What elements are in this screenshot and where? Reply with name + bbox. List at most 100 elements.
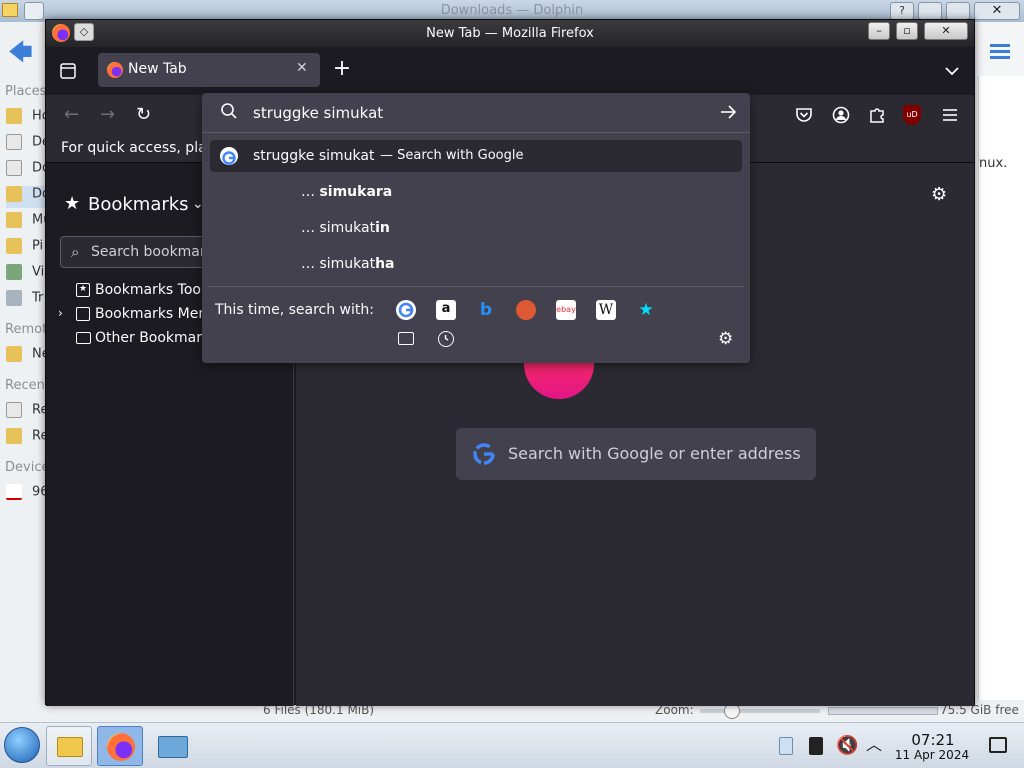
places-item[interactable]: De <box>6 134 48 156</box>
preview-text: nux. <box>979 156 1008 171</box>
back-arrow-icon[interactable]: 🡄 <box>8 40 38 64</box>
places-item[interactable]: Vi <box>6 264 48 286</box>
google-engine-icon[interactable] <box>396 300 416 320</box>
monitor-icon <box>158 736 188 758</box>
minimize-button[interactable]: – <box>868 22 890 40</box>
bookmark-folder-label: Bookmarks Tooll <box>95 282 209 298</box>
recent-section-label: Recent <box>5 378 50 393</box>
taskbar: 🔇 ︿ 07:21 11 Apr 2024 <box>0 722 1024 768</box>
list-all-tabs-chevron-icon[interactable] <box>942 61 962 81</box>
amazon-engine-icon[interactable]: a <box>436 300 456 320</box>
pocket-icon[interactable] <box>794 105 814 125</box>
suggestion-typed: simukat <box>319 256 376 272</box>
places-item[interactable]: Pi <box>6 238 48 260</box>
urlbar-result-search[interactable]: struggke simukat — Search with Google <box>210 140 742 172</box>
go-arrow-icon[interactable] <box>718 102 738 122</box>
duckduckgo-engine-icon[interactable] <box>516 300 536 320</box>
zoom-slider[interactable] <box>700 703 820 719</box>
folder-icon <box>76 332 91 344</box>
account-icon[interactable] <box>831 105 851 125</box>
sidebar-title[interactable]: Bookmarks <box>88 194 189 215</box>
suggestion-completion: ha <box>375 256 395 272</box>
close-button[interactable]: ✕ <box>924 22 968 40</box>
ublock-origin-icon[interactable]: uD <box>903 105 921 125</box>
show-desktop-icon[interactable] <box>989 737 1007 753</box>
suggestion-prefix: … <box>301 184 320 200</box>
back-arrow-icon[interactable]: ← <box>64 105 84 125</box>
remote-item[interactable]: Ne <box>6 346 48 368</box>
urlbar-result-action: — Search with Google <box>380 148 524 163</box>
places-item[interactable]: Mu <box>6 212 48 234</box>
clock-date[interactable]: 11 Apr 2024 <box>892 748 972 762</box>
urlbar-result-suggestion[interactable]: … simukatin <box>210 212 742 244</box>
recent-item[interactable]: Re <box>6 428 48 450</box>
volume-muted-icon[interactable]: 🔇 <box>836 735 858 757</box>
urlbar-result-title: struggke simukat <box>253 148 375 164</box>
help-button[interactable]: ? <box>890 2 914 20</box>
search-icon: ⌕ <box>71 243 80 261</box>
tab-title: New Tab <box>128 61 187 77</box>
bookmarks-search-placeholder: Search bookmar <box>91 244 206 260</box>
toolbar-folder-icon: ★ <box>76 283 90 297</box>
urlbar-result-suggestion[interactable]: … simukara <box>210 176 742 208</box>
free-space-bar <box>828 707 938 715</box>
hamburger-menu-icon[interactable] <box>990 44 1010 60</box>
hamburger-menu-icon[interactable] <box>940 105 960 125</box>
minimize-button[interactable] <box>918 2 942 20</box>
urlbar-input[interactable]: struggke simukat <box>253 104 383 122</box>
ebay-engine-icon[interactable]: ebay <box>556 300 576 320</box>
divider <box>208 286 744 287</box>
places-item[interactable]: Tr <box>6 290 48 312</box>
newtab-settings-gear-icon[interactable]: ⚙ <box>931 185 951 205</box>
search-settings-gear-icon[interactable]: ⚙ <box>718 329 738 349</box>
suggestion-completion: simuka <box>319 184 376 200</box>
taskbar-firefox-button[interactable] <box>97 726 143 766</box>
maximize-button[interactable] <box>946 2 970 20</box>
notes-tray-icon[interactable] <box>809 737 823 755</box>
places-section-label: Places <box>5 84 47 99</box>
device-item[interactable]: 96 <box>6 484 48 506</box>
extensions-puzzle-icon[interactable] <box>867 105 887 125</box>
history-clock-icon[interactable] <box>438 331 454 347</box>
wikipedia-engine-icon[interactable]: W <box>596 300 616 320</box>
newtab-search-box[interactable]: Search with Google or enter address <box>456 428 816 480</box>
taskbar-system-settings-button[interactable] <box>150 726 196 766</box>
google-icon <box>220 147 238 165</box>
tab-strip: New Tab ✕ + <box>46 47 974 95</box>
places-item-selected[interactable]: Do <box>6 186 48 208</box>
pin-icon[interactable]: ◇ <box>74 23 94 41</box>
folder-icon <box>2 3 18 17</box>
chevron-up-icon[interactable]: ︿ <box>866 735 884 755</box>
suggestion-prefix: … <box>301 256 320 272</box>
places-item[interactable]: Do <box>6 160 48 182</box>
clock-time[interactable]: 07:21 <box>898 731 968 749</box>
close-button[interactable]: ✕ <box>974 2 1020 20</box>
taskbar-dolphin-button[interactable] <box>46 726 92 766</box>
maximize-button[interactable]: ▫ <box>896 22 918 40</box>
suggestion-completion: in <box>375 220 390 236</box>
places-item[interactable]: Ho <box>6 108 48 130</box>
bing-engine-icon[interactable]: b <box>476 300 496 320</box>
folder-icon <box>57 737 83 757</box>
tabs-engine-icon[interactable] <box>398 332 414 345</box>
firefox-view-icon[interactable] <box>58 61 78 81</box>
new-tab-plus-icon[interactable]: + <box>332 57 352 81</box>
clipboard-tray-icon[interactable] <box>779 737 793 755</box>
start-menu-button[interactable] <box>4 727 40 763</box>
tab-close-icon[interactable]: ✕ <box>296 60 308 76</box>
menu-folder-icon <box>76 307 90 321</box>
forward-arrow-icon[interactable]: → <box>100 105 120 125</box>
bookmark-folder-label: Other Bookmark <box>95 330 211 346</box>
pin-icon[interactable] <box>24 2 44 20</box>
bookmarks-toolbar-hint: For quick access, plac <box>61 140 215 156</box>
expand-arrow-icon[interactable]: › <box>58 306 63 320</box>
document-preview: nux. <box>978 76 1024 716</box>
urlbar-input-row[interactable]: struggke simukat <box>202 93 750 133</box>
search-icon <box>220 102 238 120</box>
firefox-titlebar: New Tab — Mozilla Firefox ◇ – ▫ ✕ <box>46 20 974 47</box>
bookmarks-star-engine-icon[interactable]: ★ <box>636 300 656 320</box>
tab-new-tab[interactable]: New Tab ✕ <box>98 53 320 87</box>
reload-icon[interactable]: ↻ <box>136 105 156 125</box>
urlbar-result-suggestion[interactable]: … simukatha <box>210 248 742 280</box>
recent-item[interactable]: Re <box>6 402 48 424</box>
